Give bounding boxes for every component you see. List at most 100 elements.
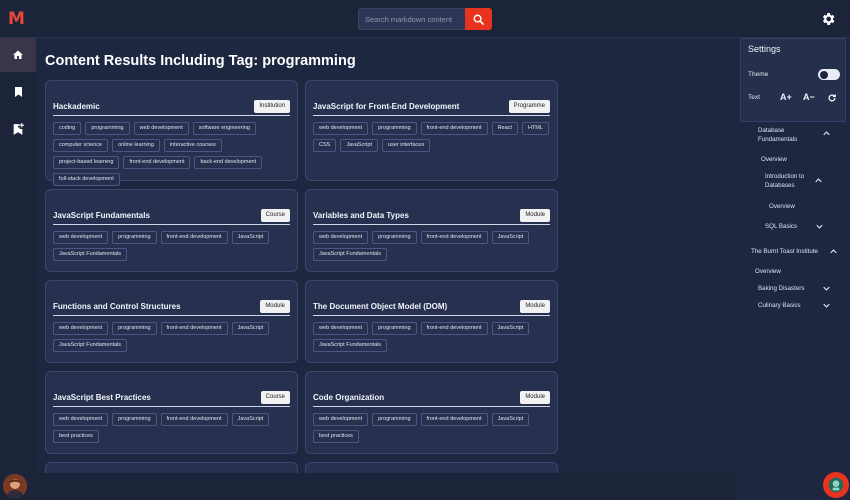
- user-avatar[interactable]: [3, 474, 27, 498]
- divider: [53, 115, 290, 116]
- tag[interactable]: front-end development: [420, 413, 488, 426]
- tag-list: web development programming front-end de…: [53, 413, 292, 443]
- tag[interactable]: online learning: [112, 139, 160, 152]
- tag[interactable]: JavaScript Fundamentals: [53, 248, 128, 261]
- tag[interactable]: front-end development: [160, 231, 228, 244]
- chevron-up-icon[interactable]: [830, 249, 837, 254]
- tag[interactable]: programming: [85, 122, 130, 135]
- tag[interactable]: JavaScript: [231, 231, 270, 244]
- tag[interactable]: web development: [133, 122, 189, 135]
- tag[interactable]: coding: [53, 122, 82, 135]
- tag[interactable]: web development: [313, 122, 369, 135]
- card-title[interactable]: JavaScript Best Practices: [53, 393, 151, 402]
- tag[interactable]: project-based learning: [53, 156, 120, 169]
- result-card[interactable]: The Document Object Model (DOM) Module w…: [305, 280, 558, 363]
- tree-item[interactable]: Baking Disasters: [758, 284, 804, 293]
- tag[interactable]: HTML: [521, 122, 549, 135]
- chevron-down-icon[interactable]: [823, 303, 830, 308]
- tag[interactable]: programming: [112, 231, 157, 244]
- main-content: Content Results Including Tag: programmi…: [36, 38, 736, 473]
- tag[interactable]: JavaScript: [231, 413, 270, 426]
- tree-item[interactable]: Introduction to Databases: [765, 172, 815, 190]
- tag[interactable]: programming: [372, 322, 417, 335]
- tree-item[interactable]: Overview: [761, 155, 787, 164]
- nav-bookmarks[interactable]: [0, 75, 36, 109]
- tag[interactable]: front-end development: [160, 322, 228, 335]
- tag[interactable]: front-end development: [420, 322, 488, 335]
- tag[interactable]: JavaScript: [491, 231, 530, 244]
- result-card[interactable]: Functions and Control Structures Module …: [45, 280, 298, 363]
- tag[interactable]: front-end development: [420, 231, 488, 244]
- card-title[interactable]: Variables and Data Types: [313, 211, 409, 220]
- tree-item[interactable]: SQL Basics: [765, 222, 797, 231]
- tag[interactable]: JavaScript: [491, 322, 530, 335]
- theme-toggle[interactable]: [818, 69, 840, 80]
- tag[interactable]: JavaScript Fundamentals: [53, 339, 128, 352]
- tag[interactable]: full-stack development: [53, 173, 120, 186]
- tag[interactable]: front-end development: [420, 122, 488, 135]
- tag[interactable]: JavaScript Fundamentals: [313, 248, 388, 261]
- result-card-partial[interactable]: [305, 462, 558, 473]
- nav-home[interactable]: [0, 38, 36, 72]
- card-title[interactable]: The Document Object Model (DOM): [313, 302, 447, 311]
- result-card-partial[interactable]: [45, 462, 298, 473]
- tag[interactable]: CSS: [313, 139, 337, 152]
- tree-item[interactable]: Database Fundamentals: [758, 126, 818, 144]
- tag[interactable]: interactive courses: [163, 139, 222, 152]
- refresh-icon[interactable]: [827, 93, 837, 103]
- tree-item[interactable]: Culinary Basics: [758, 301, 801, 310]
- type-badge: Module: [520, 391, 550, 404]
- tag[interactable]: back-end development: [194, 156, 263, 169]
- card-title[interactable]: Hackademic: [53, 102, 100, 111]
- result-card[interactable]: JavaScript Fundamentals Course web devel…: [45, 189, 298, 272]
- result-card[interactable]: JavaScript Best Practices Course web dev…: [45, 371, 298, 454]
- tag[interactable]: web development: [313, 413, 369, 426]
- card-title[interactable]: Code Organization: [313, 393, 384, 402]
- tag[interactable]: React: [491, 122, 518, 135]
- tag[interactable]: user interfaces: [382, 139, 431, 152]
- card-title[interactable]: JavaScript Fundamentals: [53, 211, 150, 220]
- tag[interactable]: web development: [313, 322, 369, 335]
- chevron-up-icon[interactable]: [815, 178, 822, 183]
- tag[interactable]: web development: [53, 322, 109, 335]
- tag[interactable]: best practices: [313, 430, 359, 443]
- search-input[interactable]: [358, 8, 466, 30]
- result-card[interactable]: Hackademic Institution coding programmin…: [45, 80, 298, 186]
- result-card[interactable]: JavaScript for Front-End Development Pro…: [305, 80, 558, 181]
- tag[interactable]: programming: [372, 122, 417, 135]
- card-title[interactable]: JavaScript for Front-End Development: [313, 102, 459, 111]
- tag[interactable]: front-end development: [123, 156, 191, 169]
- chevron-down-icon[interactable]: [823, 286, 830, 291]
- nav-add-bookmark[interactable]: [0, 112, 36, 146]
- tag[interactable]: JavaScript: [340, 139, 378, 152]
- tag[interactable]: JavaScript: [491, 413, 530, 426]
- tag[interactable]: front-end development: [160, 413, 228, 426]
- tag[interactable]: best practices: [53, 430, 99, 443]
- tag[interactable]: software engineering: [192, 122, 256, 135]
- tag[interactable]: JavaScript Fundamentals: [313, 339, 388, 352]
- assistant-button[interactable]: [823, 472, 849, 498]
- tag[interactable]: web development: [53, 413, 109, 426]
- tag[interactable]: web development: [313, 231, 369, 244]
- result-card[interactable]: Code Organization Module web development…: [305, 371, 558, 454]
- tree-item[interactable]: Overview: [755, 267, 781, 276]
- search-button[interactable]: [465, 8, 492, 30]
- result-card[interactable]: Variables and Data Types Module web deve…: [305, 189, 558, 272]
- text-decrease-button[interactable]: A−: [803, 92, 815, 102]
- card-title[interactable]: Functions and Control Structures: [53, 302, 181, 311]
- tag[interactable]: programming: [112, 413, 157, 426]
- text-increase-button[interactable]: A+: [780, 92, 792, 102]
- tag[interactable]: programming: [372, 413, 417, 426]
- chevron-up-icon[interactable]: [823, 131, 830, 136]
- app-logo[interactable]: M: [8, 9, 25, 29]
- gear-icon[interactable]: [820, 11, 836, 27]
- tag[interactable]: JavaScript: [231, 322, 270, 335]
- tag[interactable]: programming: [112, 322, 157, 335]
- tag[interactable]: programming: [372, 231, 417, 244]
- tag-list: web development programming front-end de…: [313, 231, 552, 261]
- tree-item[interactable]: Overview: [769, 202, 795, 211]
- chevron-down-icon[interactable]: [816, 224, 823, 229]
- tag[interactable]: computer science: [53, 139, 109, 152]
- tag[interactable]: web development: [53, 231, 109, 244]
- tree-item[interactable]: The Burnt Toast Institute: [751, 247, 818, 256]
